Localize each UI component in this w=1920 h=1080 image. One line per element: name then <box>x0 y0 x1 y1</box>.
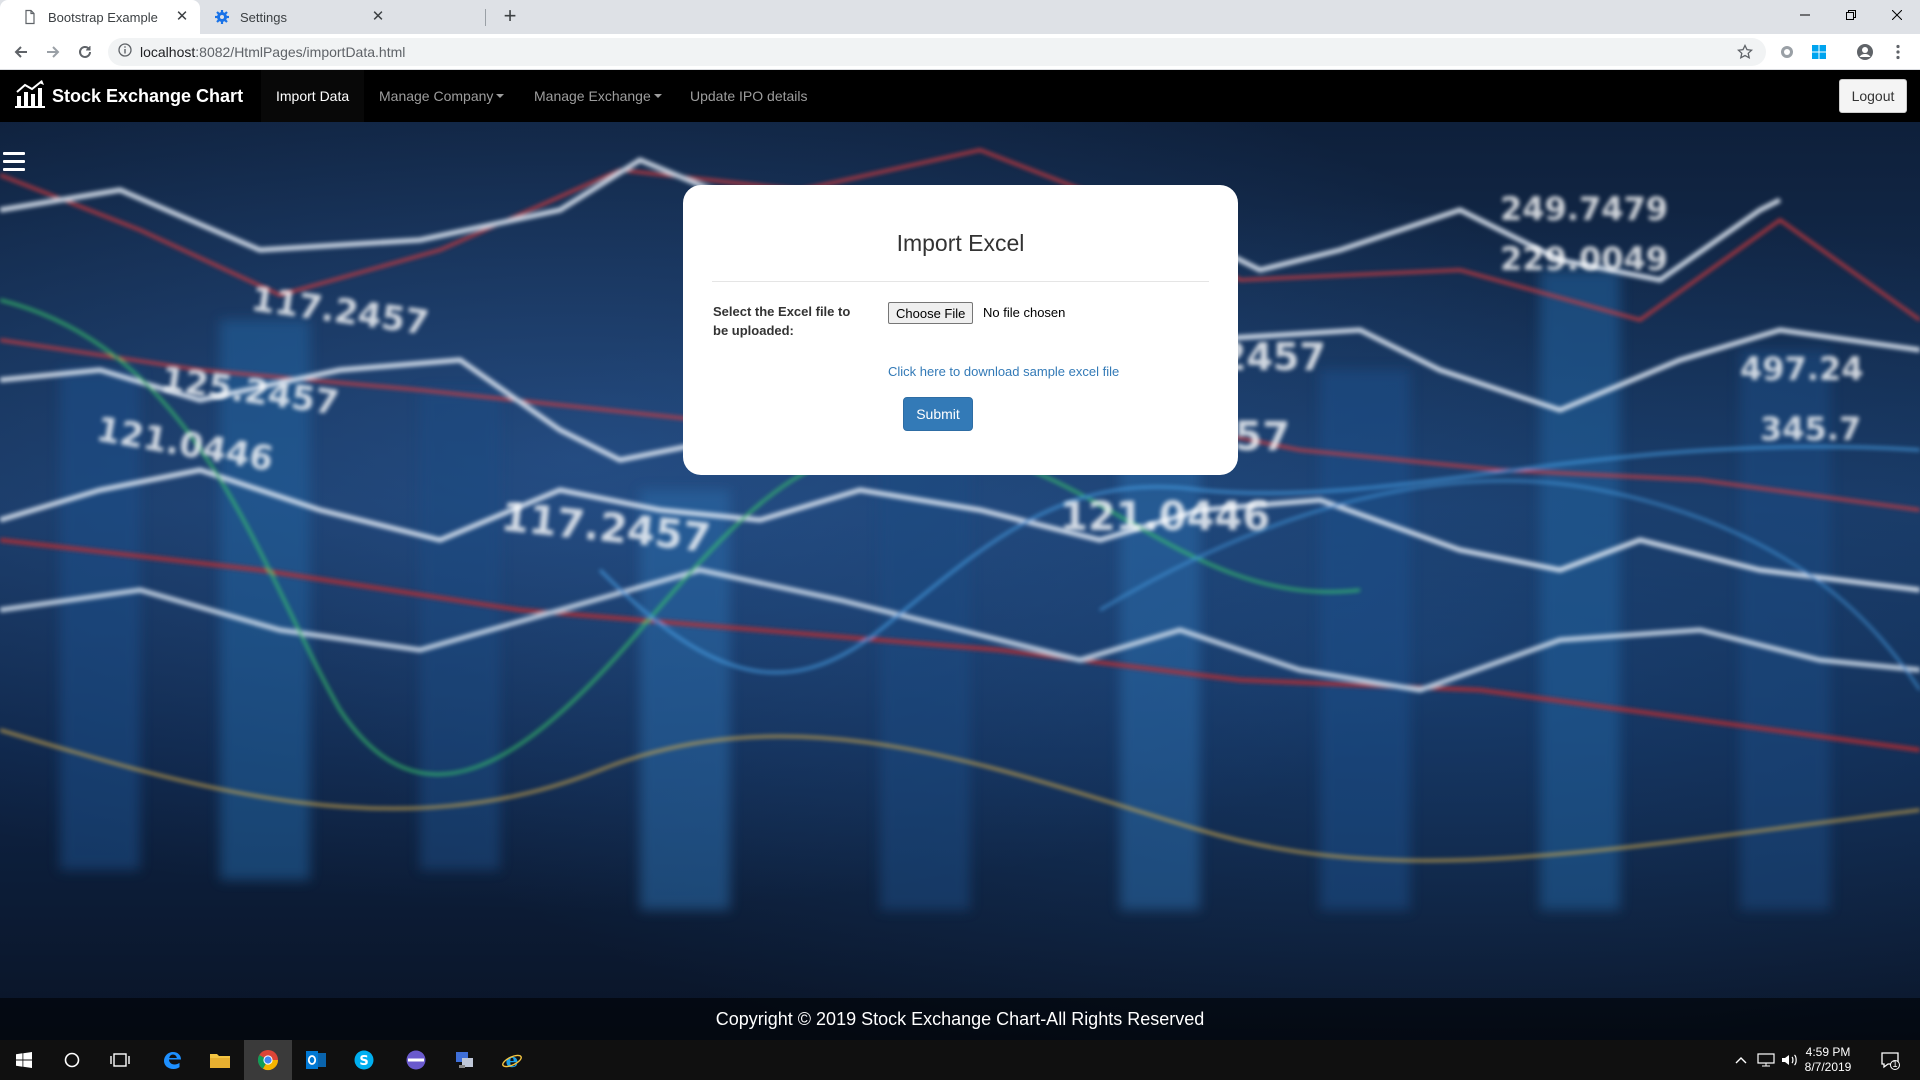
file-status-text: No file chosen <box>983 305 1066 320</box>
info-icon[interactable] <box>118 42 132 62</box>
logout-button[interactable]: Logout <box>1839 79 1907 113</box>
restore-icon[interactable] <box>1828 0 1874 30</box>
bookmark-star-icon[interactable] <box>1731 38 1759 66</box>
address-bar[interactable]: localhost:8082/HtmlPages/importData.html <box>108 38 1766 66</box>
tab-title: Bootstrap Example <box>48 9 158 25</box>
divider <box>712 281 1209 282</box>
nav-manage-exchange[interactable]: Manage Exchange <box>519 70 677 122</box>
chrome-icon[interactable] <box>244 1040 292 1080</box>
svg-text:121.0446: 121.0446 <box>1060 494 1270 540</box>
nav-label: Manage Exchange <box>534 88 651 104</box>
footer: Copyright © 2019 Stock Exchange Chart-Al… <box>0 998 1920 1040</box>
hamburger-menu-icon[interactable] <box>3 152 25 172</box>
notification-center-icon[interactable]: 1 <box>1880 1040 1900 1080</box>
back-arrow-icon[interactable] <box>7 38 35 66</box>
close-window-icon[interactable] <box>1874 0 1920 30</box>
tab-settings[interactable]: Settings ✕ <box>200 0 396 34</box>
page-viewport: 117.2457 125.2457 121.0446 125.2457 121.… <box>0 70 1920 1040</box>
nav-label: Manage Company <box>379 88 494 104</box>
gear-icon <box>214 9 230 25</box>
url-host: localhost <box>140 44 196 60</box>
file-field-label: Select the Excel file to be uploaded: <box>713 304 851 338</box>
caret-down-icon <box>496 94 505 98</box>
menu-dots-icon[interactable] <box>1884 38 1912 66</box>
file-explorer-icon[interactable] <box>196 1040 244 1080</box>
svg-text:249.7479: 249.7479 <box>1500 190 1668 228</box>
edge-browser-icon[interactable] <box>148 1040 196 1080</box>
caret-down-icon <box>653 94 662 98</box>
task-view-icon[interactable] <box>96 1040 144 1080</box>
svg-text:S: S <box>359 1054 368 1069</box>
copyright-text: Copyright © 2019 Stock Exchange Chart-Al… <box>715 1008 1205 1029</box>
url-text: localhost:8082/HtmlPages/importData.html <box>140 44 405 60</box>
taskbar: S e 4:59 PM 8/7/2019 1 <box>0 1040 1920 1080</box>
profile-icon[interactable] <box>1851 38 1879 66</box>
notification-count: 1 <box>1892 1059 1898 1069</box>
outlook-icon[interactable] <box>292 1040 340 1080</box>
navbar: Stock Exchange Chart Import Data Manage … <box>0 70 1920 122</box>
skype-icon[interactable]: S <box>340 1040 388 1080</box>
svg-text:e: e <box>506 1049 519 1071</box>
extension-icon[interactable] <box>1773 38 1801 66</box>
svg-text:497.24: 497.24 <box>1740 350 1863 388</box>
vpn-app-icon[interactable] <box>392 1040 440 1080</box>
chart-logo-icon <box>14 79 46 114</box>
browser-toolbar: localhost:8082/HtmlPages/importData.html <box>0 34 1920 70</box>
reload-icon[interactable] <box>71 38 99 66</box>
nav-update-ipo[interactable]: Update IPO details <box>675 70 823 122</box>
nav-manage-company[interactable]: Manage Company <box>364 70 519 122</box>
windows-start-icon[interactable] <box>0 1040 48 1080</box>
forward-arrow-icon[interactable] <box>39 38 67 66</box>
submit-button[interactable]: Submit <box>903 397 973 431</box>
url-path: :8082/HtmlPages/importData.html <box>195 44 406 60</box>
search-circle-icon[interactable] <box>48 1040 96 1080</box>
nav-import-data[interactable]: Import Data <box>261 70 365 122</box>
card-title: Import Excel <box>896 230 1025 256</box>
clock-date: 8/7/2019 <box>1804 1060 1852 1074</box>
clock-time: 4:59 PM <box>1805 1045 1851 1059</box>
download-sample-link[interactable]: Click here to download sample excel file <box>888 364 1119 379</box>
internet-explorer-icon[interactable]: e <box>488 1040 536 1080</box>
network-app-icon[interactable] <box>440 1040 488 1080</box>
tray-chevron-up-icon[interactable] <box>1735 1040 1747 1080</box>
close-tab-icon[interactable]: ✕ <box>174 9 190 25</box>
close-tab-icon[interactable]: ✕ <box>370 9 386 25</box>
volume-icon[interactable] <box>1781 1040 1799 1080</box>
browser-tab-strip: Bootstrap Example ✕ Settings ✕ + <box>0 0 1920 34</box>
tab-bootstrap-example[interactable]: Bootstrap Example ✕ <box>0 0 200 34</box>
import-excel-card: Import Excel Select the Excel file to be… <box>683 185 1238 475</box>
brand-name: Stock Exchange Chart <box>52 85 244 106</box>
brand[interactable]: Stock Exchange Chart <box>14 70 243 122</box>
windows-extension-icon[interactable] <box>1805 38 1833 66</box>
page-icon <box>22 9 38 25</box>
system-clock[interactable]: 4:59 PM 8/7/2019 <box>1798 1045 1858 1075</box>
svg-text:345.7: 345.7 <box>1760 410 1861 448</box>
choose-file-button[interactable]: Choose File <box>888 302 974 324</box>
svg-text:229.0049: 229.0049 <box>1500 240 1668 278</box>
tab-separator <box>485 9 486 26</box>
network-icon[interactable] <box>1757 1040 1775 1080</box>
tab-title: Settings <box>240 9 287 25</box>
new-tab-button[interactable]: + <box>498 5 522 29</box>
minimize-icon[interactable] <box>1782 0 1828 30</box>
